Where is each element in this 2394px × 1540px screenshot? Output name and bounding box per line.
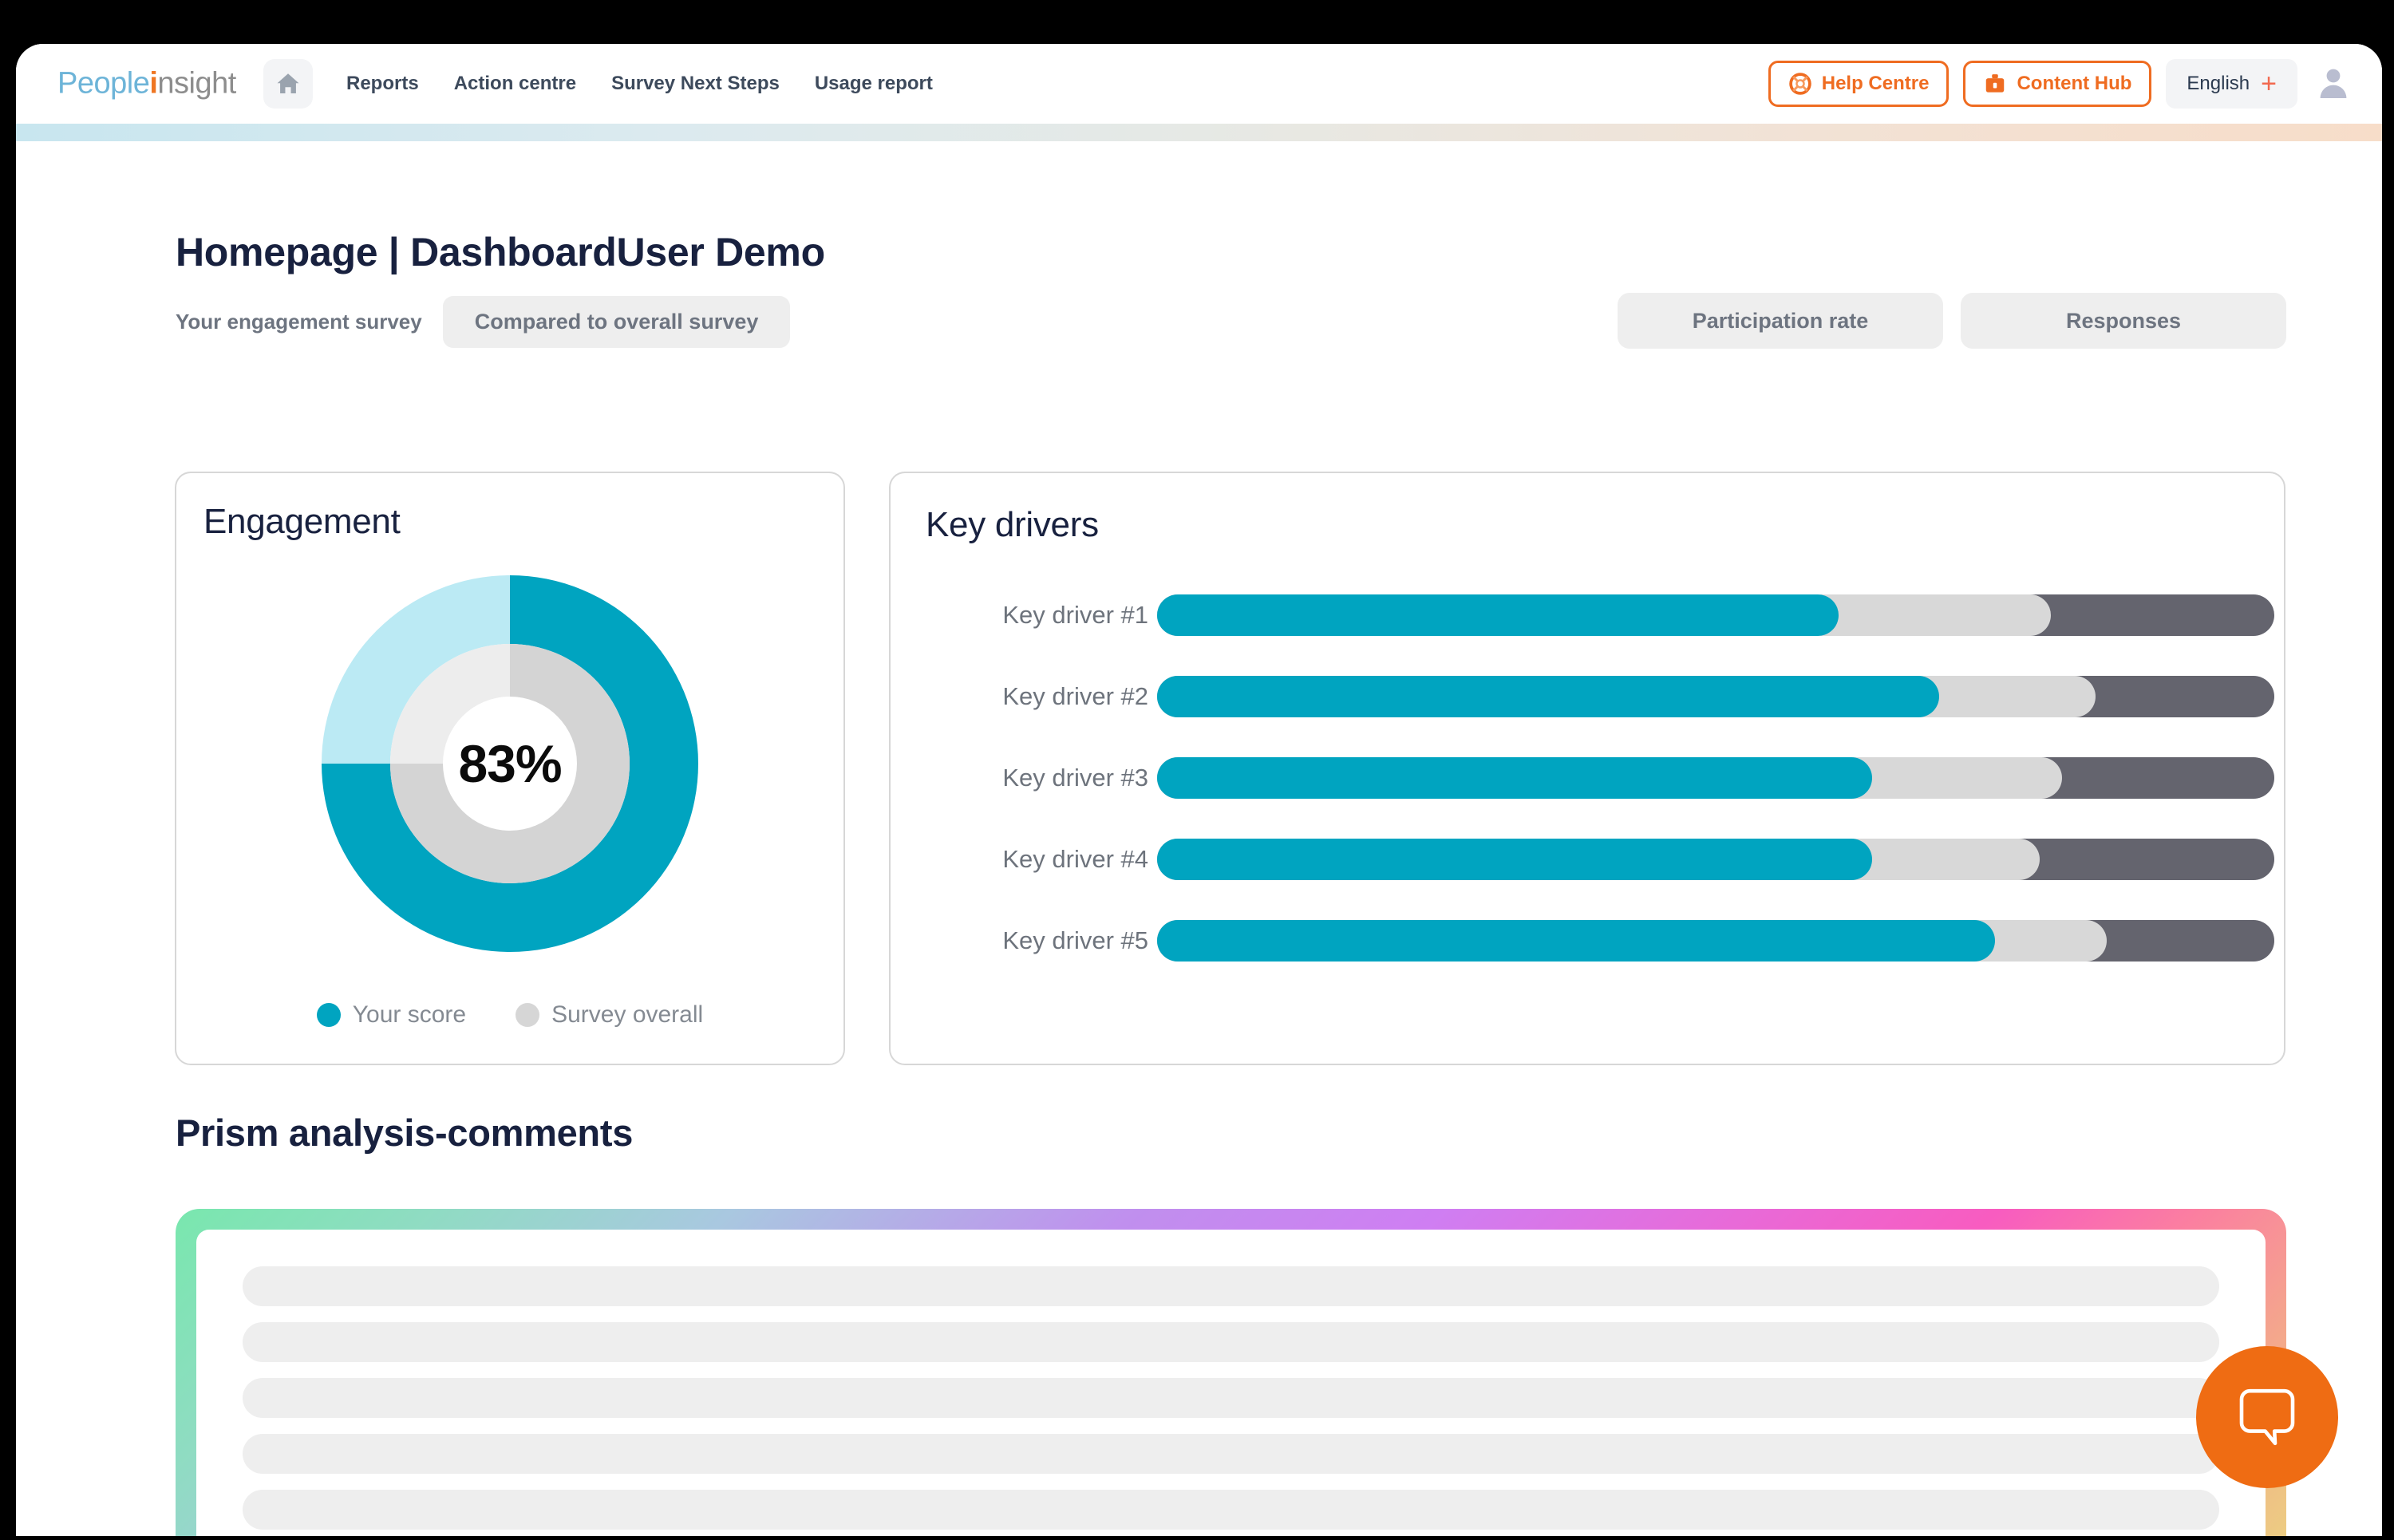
engagement-donut-chart: 83% xyxy=(322,575,698,952)
engagement-card: Engagement 83% Your score Survey overall xyxy=(175,472,845,1065)
user-avatar-icon xyxy=(2320,69,2347,98)
header-actions: Help Centre Content Hub English + xyxy=(1768,59,2355,109)
key-driver-segment-your-score xyxy=(1157,920,1995,962)
metric-toggle-group: Participation rate Responses xyxy=(1618,293,2286,349)
survey-subtitle: Your engagement survey xyxy=(176,310,422,334)
responses-button[interactable]: Responses xyxy=(1961,293,2286,349)
logo-text-nsight: nsight xyxy=(157,66,236,101)
nav-item-usage-report[interactable]: Usage report xyxy=(797,65,950,103)
content-hub-button[interactable]: Content Hub xyxy=(1963,61,2152,107)
key-driver-label: Key driver #4 xyxy=(1002,845,1148,873)
key-driver-segment-your-score xyxy=(1157,594,1839,636)
key-drivers-bar-list: Key driver #1 Key driver #2 Key driver #3 K… xyxy=(891,594,2287,1001)
key-driver-row: Key driver #3 xyxy=(891,757,2287,799)
language-label: English xyxy=(2187,73,2250,94)
help-centre-label: Help Centre xyxy=(1821,73,1930,94)
skeleton-row xyxy=(243,1490,2219,1530)
key-driver-segment-your-score xyxy=(1157,676,1939,717)
key-driver-bar-track xyxy=(1157,757,2274,799)
key-driver-row: Key driver #2 xyxy=(891,676,2287,717)
skeleton-row xyxy=(243,1266,2219,1306)
skeleton-row xyxy=(243,1434,2219,1474)
compared-to-overall-survey-chip[interactable]: Compared to overall survey xyxy=(442,296,791,348)
prism-analysis-panel xyxy=(176,1209,2286,1536)
help-centre-button[interactable]: Help Centre xyxy=(1768,61,1950,107)
key-drivers-card-title: Key drivers xyxy=(926,505,1099,544)
key-driver-row: Key driver #5 xyxy=(891,920,2287,962)
legend-item-survey-overall: Survey overall xyxy=(516,1001,703,1029)
home-button[interactable] xyxy=(263,59,313,109)
key-driver-label: Key driver #3 xyxy=(1002,764,1148,792)
key-driver-segment-your-score xyxy=(1157,757,1872,799)
nav-item-survey-next-steps[interactable]: Survey Next Steps xyxy=(594,65,797,103)
key-driver-bar-track xyxy=(1157,594,2274,636)
page-body: Homepage | DashboardUser Demo Your engag… xyxy=(16,141,2382,1536)
key-driver-label: Key driver #5 xyxy=(1002,926,1148,954)
home-icon xyxy=(277,73,299,94)
key-driver-bar-track xyxy=(1157,920,2274,962)
plus-icon: + xyxy=(2261,69,2277,99)
legend-dot-survey-overall xyxy=(516,1003,540,1027)
chat-bubble-icon xyxy=(2239,1388,2295,1446)
peopleinsight-logo[interactable]: Peopleinsight xyxy=(57,67,236,101)
key-driver-row: Key driver #1 xyxy=(891,594,2287,636)
legend-item-your-score: Your score xyxy=(316,1001,467,1029)
donut-center-value: 83% xyxy=(458,734,562,793)
engagement-legend: Your score Survey overall xyxy=(176,1001,843,1029)
subtitle-row: Your engagement survey Compared to overa… xyxy=(176,296,791,348)
logo-text-i: i xyxy=(149,66,158,101)
skeleton-row xyxy=(243,1378,2219,1418)
key-driver-label: Key driver #1 xyxy=(1002,601,1148,629)
app-header: Peopleinsight Reports Action centre Surv… xyxy=(16,44,2382,124)
user-avatar[interactable] xyxy=(2312,62,2355,105)
prism-section-title: Prism analysis-comments xyxy=(176,1112,634,1154)
key-driver-row: Key driver #4 xyxy=(891,839,2287,880)
legend-label-your-score: Your score xyxy=(352,1001,467,1028)
key-driver-label: Key driver #2 xyxy=(1002,682,1148,710)
main-nav: Reports Action centre Survey Next Steps … xyxy=(329,65,950,103)
key-driver-segment-your-score xyxy=(1157,839,1872,880)
prism-loading-content xyxy=(196,1230,2266,1536)
language-selector[interactable]: English + xyxy=(2166,59,2297,109)
content-hub-label: Content Hub xyxy=(2017,73,2132,94)
participation-rate-button[interactable]: Participation rate xyxy=(1618,293,1943,349)
nav-item-action-centre[interactable]: Action centre xyxy=(437,65,594,103)
chat-widget-button[interactable] xyxy=(2196,1346,2338,1488)
header-gradient-strip xyxy=(16,124,2382,141)
logo-text-people: People xyxy=(57,66,150,101)
browser-window: Peopleinsight Reports Action centre Surv… xyxy=(16,44,2382,1536)
lifebuoy-icon xyxy=(1789,73,1811,95)
briefcase-icon xyxy=(1986,74,2005,93)
key-drivers-card: Key drivers Key driver #1 Key driver #2 Ke… xyxy=(889,472,2285,1065)
screen: Peopleinsight Reports Action centre Surv… xyxy=(0,0,2394,1540)
legend-label-survey-overall: Survey overall xyxy=(551,1001,704,1028)
skeleton-row xyxy=(243,1322,2219,1362)
engagement-card-title: Engagement xyxy=(203,502,401,541)
key-driver-bar-track xyxy=(1157,839,2274,880)
key-driver-bar-track xyxy=(1157,676,2274,717)
page-title: Homepage | DashboardUser Demo xyxy=(176,230,825,274)
legend-dot-your-score xyxy=(316,1003,341,1027)
nav-item-reports[interactable]: Reports xyxy=(329,65,437,103)
